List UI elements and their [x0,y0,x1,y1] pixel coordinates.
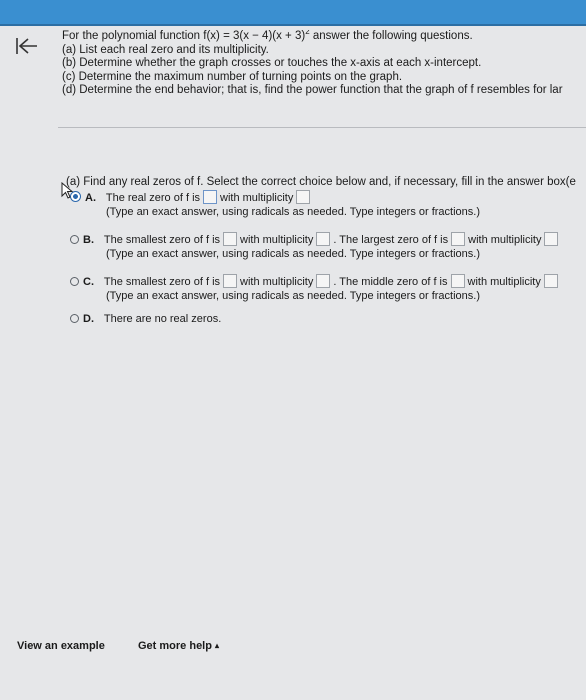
choice-c-middle-multiplicity-input[interactable] [543,274,558,288]
choice-c-smallest-multiplicity-input[interactable] [316,274,331,288]
choice-a-note: (Type an exact answer, using radicals as… [106,206,480,218]
choice-a-radio[interactable] [70,191,81,202]
choice-c-text-2: with multiplicity [240,276,314,288]
choice-b-largest-zero-input[interactable] [451,232,466,246]
choice-c-text-3: . The middle zero of f is [333,276,448,288]
choice-c-text-1: The smallest zero of f is [103,276,221,288]
choice-b-largest-multiplicity-input[interactable] [544,232,559,246]
get-more-help-button[interactable]: Get more help ▴ [138,640,219,652]
prompt-end: answer the following questions. [309,30,473,42]
choice-a-text-1: The real zero of f is [105,192,201,204]
task-a: (a) List each real zero and its multipli… [62,43,269,56]
choice-b-smallest-multiplicity-input[interactable] [316,232,331,246]
choice-a-letter: A. [85,192,96,204]
choice-d[interactable]: D. There are no real zeros. [70,312,586,326]
choice-b-smallest-zero-input[interactable] [223,232,238,246]
caret-up-icon: ▴ [215,641,220,650]
choice-c-radio[interactable] [70,277,79,286]
choice-a-text-2: with multiplicity [220,192,294,204]
choice-c-text-4: with multiplicity [467,276,541,288]
question-text: For the polynomial function f(x) = 3(x −… [62,30,586,98]
choice-c[interactable]: C. The smallest zero of f is with multipl… [70,274,586,303]
choice-d-radio[interactable] [70,314,79,323]
choice-b-note: (Type an exact answer, using radicals as… [106,248,480,260]
choice-d-text-1: There are no real zeros. [103,313,222,325]
choice-b-text-3: . The largest zero of f is [333,234,449,246]
task-d: (d) Determine the end behavior; that is,… [62,84,563,96]
part-a-instruction: (a) Find any real zeros of f. Select the… [66,176,576,188]
choice-a[interactable]: A. The real zero of f is with multiplicit… [70,190,586,219]
get-more-help-label: Get more help [138,640,212,652]
choice-b-radio[interactable] [70,235,79,244]
choice-c-letter: C. [83,276,94,288]
choice-b-text-2: with multiplicity [240,234,314,246]
task-c: (c) Determine the maximum number of turn… [62,70,403,83]
choice-b[interactable]: B. The smallest zero of f is with multipl… [70,232,586,261]
choice-b-text-1: The smallest zero of f is [103,234,221,246]
choice-b-text-4: with multiplicity [468,234,542,246]
top-bar [0,0,586,24]
divider [58,127,586,128]
top-bar-edge [0,24,586,26]
view-example-link[interactable]: View an example [17,640,105,652]
back-arrow-icon[interactable] [14,36,40,56]
choice-b-letter: B. [83,234,94,246]
choice-c-middle-zero-input[interactable] [450,274,465,288]
question-prompt: For the polynomial function f(x) = 3(x −… [62,30,586,44]
choice-a-zero-input[interactable] [203,190,218,204]
choice-c-note: (Type an exact answer, using radicals as… [106,290,480,302]
task-b: (b) Determine whether the graph crosses … [62,57,482,69]
choice-d-letter: D. [83,313,94,325]
prompt-start: For the polynomial function f(x) = 3(x −… [62,30,306,42]
choice-a-multiplicity-input[interactable] [296,190,311,204]
choice-c-smallest-zero-input[interactable] [223,274,238,288]
